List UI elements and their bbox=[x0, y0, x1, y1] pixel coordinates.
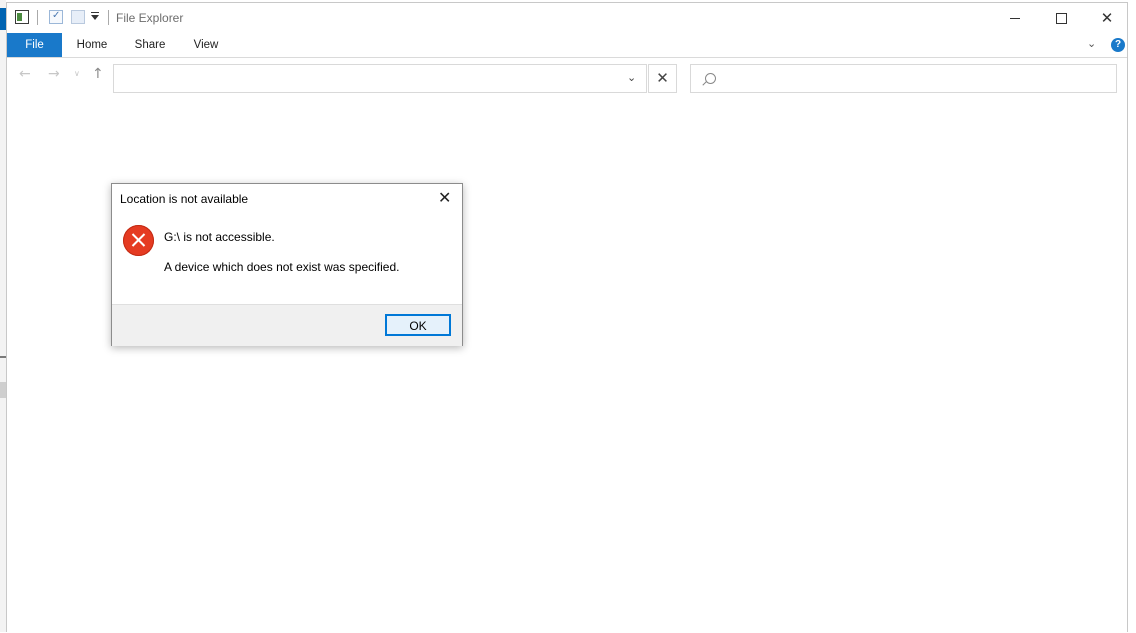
dialog-message-primary: G:\ is not accessible. bbox=[164, 230, 275, 244]
address-bar[interactable] bbox=[113, 64, 647, 93]
error-icon bbox=[123, 225, 154, 256]
error-dialog: Location is not available ✕ G:\ is not a… bbox=[111, 183, 463, 346]
new-folder-icon[interactable] bbox=[71, 10, 85, 24]
ok-button[interactable]: OK bbox=[385, 314, 451, 336]
title-bar: File Explorer ✕ bbox=[7, 3, 1127, 33]
tab-home[interactable]: Home bbox=[70, 33, 114, 57]
help-icon[interactable]: ? bbox=[1111, 38, 1125, 52]
window-title: File Explorer bbox=[116, 11, 184, 25]
minimize-button[interactable] bbox=[992, 3, 1038, 33]
folder-icon[interactable] bbox=[15, 10, 29, 24]
tab-share[interactable]: Share bbox=[129, 33, 171, 57]
maximize-button[interactable] bbox=[1038, 3, 1084, 33]
customize-toolbar-icon[interactable] bbox=[91, 12, 99, 20]
close-window-button[interactable]: ✕ bbox=[1084, 3, 1130, 33]
ribbon-tabs: File Home Share View ⌄ ? bbox=[7, 33, 1127, 58]
dialog-footer: OK bbox=[112, 304, 462, 346]
up-arrow-icon[interactable]: ↑ bbox=[92, 66, 104, 82]
clear-address-icon[interactable]: ✕ bbox=[648, 64, 677, 93]
dialog-title: Location is not available bbox=[120, 192, 249, 206]
close-icon[interactable]: ✕ bbox=[438, 188, 451, 207]
tab-view[interactable]: View bbox=[187, 33, 225, 57]
tab-file[interactable]: File bbox=[7, 33, 62, 57]
forward-arrow-icon[interactable]: → bbox=[48, 66, 60, 82]
address-dropdown-icon[interactable]: ⌄ bbox=[627, 71, 636, 84]
navigation-bar: ← → ∨ ↑ ⌄ ✕ bbox=[7, 58, 1127, 98]
recent-locations-icon[interactable]: ∨ bbox=[74, 69, 80, 78]
toolbar-separator bbox=[108, 10, 109, 25]
dialog-message-secondary: A device which does not exist was specif… bbox=[164, 260, 400, 274]
search-icon bbox=[705, 73, 716, 84]
search-box[interactable] bbox=[690, 64, 1117, 93]
back-arrow-icon[interactable]: ← bbox=[19, 66, 31, 82]
properties-icon[interactable] bbox=[49, 10, 63, 24]
content-area bbox=[7, 99, 1127, 633]
expand-ribbon-icon[interactable]: ⌄ bbox=[1087, 37, 1096, 50]
toolbar-separator bbox=[37, 10, 38, 25]
